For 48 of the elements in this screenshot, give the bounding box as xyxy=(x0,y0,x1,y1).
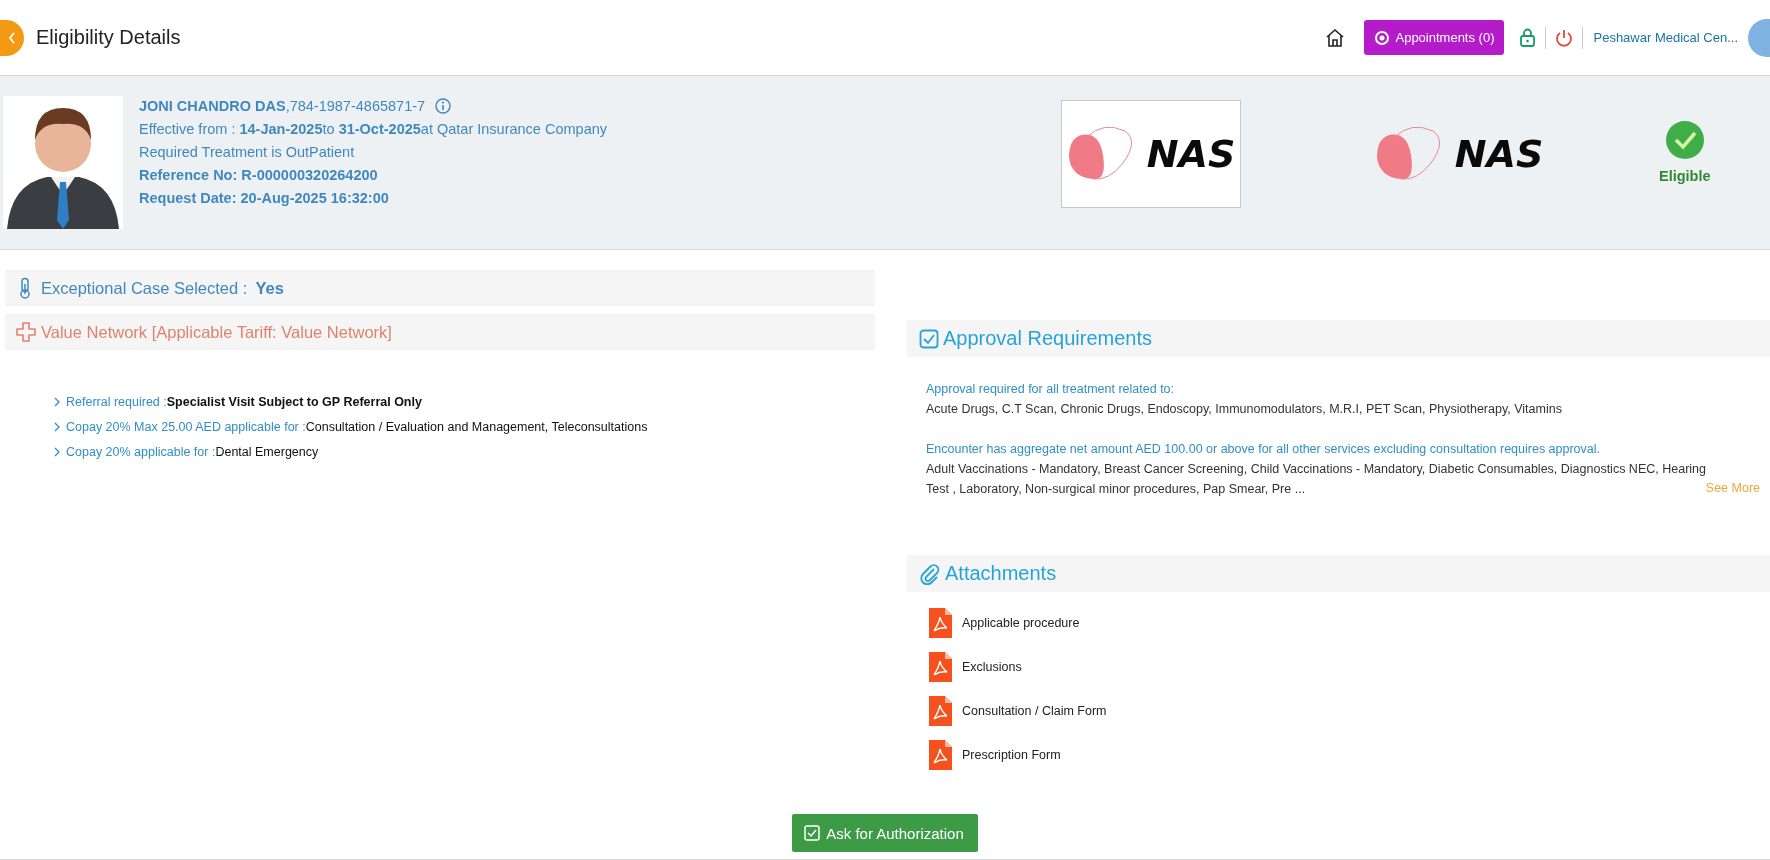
back-button[interactable] xyxy=(0,19,24,56)
exceptional-case-value: Yes xyxy=(255,278,284,298)
paperclip-icon xyxy=(919,562,941,585)
attachment-item[interactable]: Applicable procedure xyxy=(929,608,1080,638)
eligibility-status: Eligible xyxy=(1659,168,1711,184)
coverage-period: Effective from : 14-Jan-2025to 31-Oct-2025at Qatar Insurance Company xyxy=(139,120,609,138)
power-icon[interactable] xyxy=(1554,27,1575,48)
approval-items: Acute Drugs, C.T Scan, Chronic Drugs, Endoscopy, Immunomodulators, M.R.I, PET Scan, Physiotherapy, Vitamins xyxy=(926,401,1563,418)
ring-icon xyxy=(1374,29,1391,46)
page-title: Eligibility Details xyxy=(36,26,181,49)
attachment-item[interactable]: Exclusions xyxy=(929,652,1022,682)
plus-outline-icon xyxy=(15,321,37,343)
logo-text: NAS xyxy=(1454,132,1544,176)
chevron-left-icon xyxy=(7,30,17,45)
logo-text: NAS xyxy=(1146,132,1236,176)
pdf-file-icon xyxy=(929,696,952,726)
pdf-file-icon xyxy=(929,608,952,638)
attachment-item[interactable]: Consultation / Claim Form xyxy=(929,696,1107,726)
benefit-value: Dental Emergency xyxy=(215,445,319,459)
appointments-button[interactable]: Appointments (0) xyxy=(1364,20,1505,55)
approval-items: Adult Vaccinations - Mandatory, Breast Cancer Screening, Child Vaccinations - Mandatory, Diabetic Consumables, Diagnostics NEC, Hearing Test , Laboratory, Non-surgical minor procedures, Pap Smear, Pre ... xyxy=(926,461,1706,498)
treatment-type: Required Treatment is OutPatient xyxy=(139,143,356,161)
facility-link[interactable]: Peshawar Medical Cen... xyxy=(1593,30,1738,45)
pdf-file-icon xyxy=(929,740,952,770)
ask-authorization-button[interactable]: Ask for Authorization xyxy=(792,814,978,852)
exceptional-case-label: Exceptional Case Selected : xyxy=(41,278,248,298)
network-title: Value Network [Applicable Tariff: Value Network] xyxy=(41,322,392,342)
approval-title: Approval Requirements xyxy=(943,327,1152,350)
pdf-file-icon xyxy=(929,652,952,682)
avatar-icon[interactable] xyxy=(1748,18,1770,57)
checkbox-icon xyxy=(919,328,939,349)
approval-heading: Approval required for all treatment related to: xyxy=(926,381,1176,398)
thermometer-icon xyxy=(17,277,33,299)
patient-identity: JONI CHANDRO DAS,784-1987-4865871-7 xyxy=(139,97,426,115)
lock-icon[interactable] xyxy=(1518,27,1538,48)
attachment-item[interactable]: Prescription Form xyxy=(929,740,1061,770)
chevron-right-icon xyxy=(53,397,61,407)
benefit-label: Copay 20% applicable for : xyxy=(66,445,216,459)
approval-heading: Encounter has aggregate net amount AED 100.00 or above for all other services excluding consultation requires approval. xyxy=(926,441,1602,458)
info-icon xyxy=(435,98,452,114)
request-date: Request Date: 20-Aug-2025 16:32:00 xyxy=(139,189,390,207)
reference-number: Reference No: R-000000320264200 xyxy=(139,166,379,184)
checkbox-icon xyxy=(804,825,821,841)
attachments-title: Attachments xyxy=(945,562,1057,585)
benefit-label: Referral required : xyxy=(66,395,167,409)
benefit-label: Copay 20% Max 25.00 AED applicable for : xyxy=(66,420,306,434)
chevron-right-icon xyxy=(53,447,61,457)
chevron-right-icon xyxy=(53,422,61,432)
